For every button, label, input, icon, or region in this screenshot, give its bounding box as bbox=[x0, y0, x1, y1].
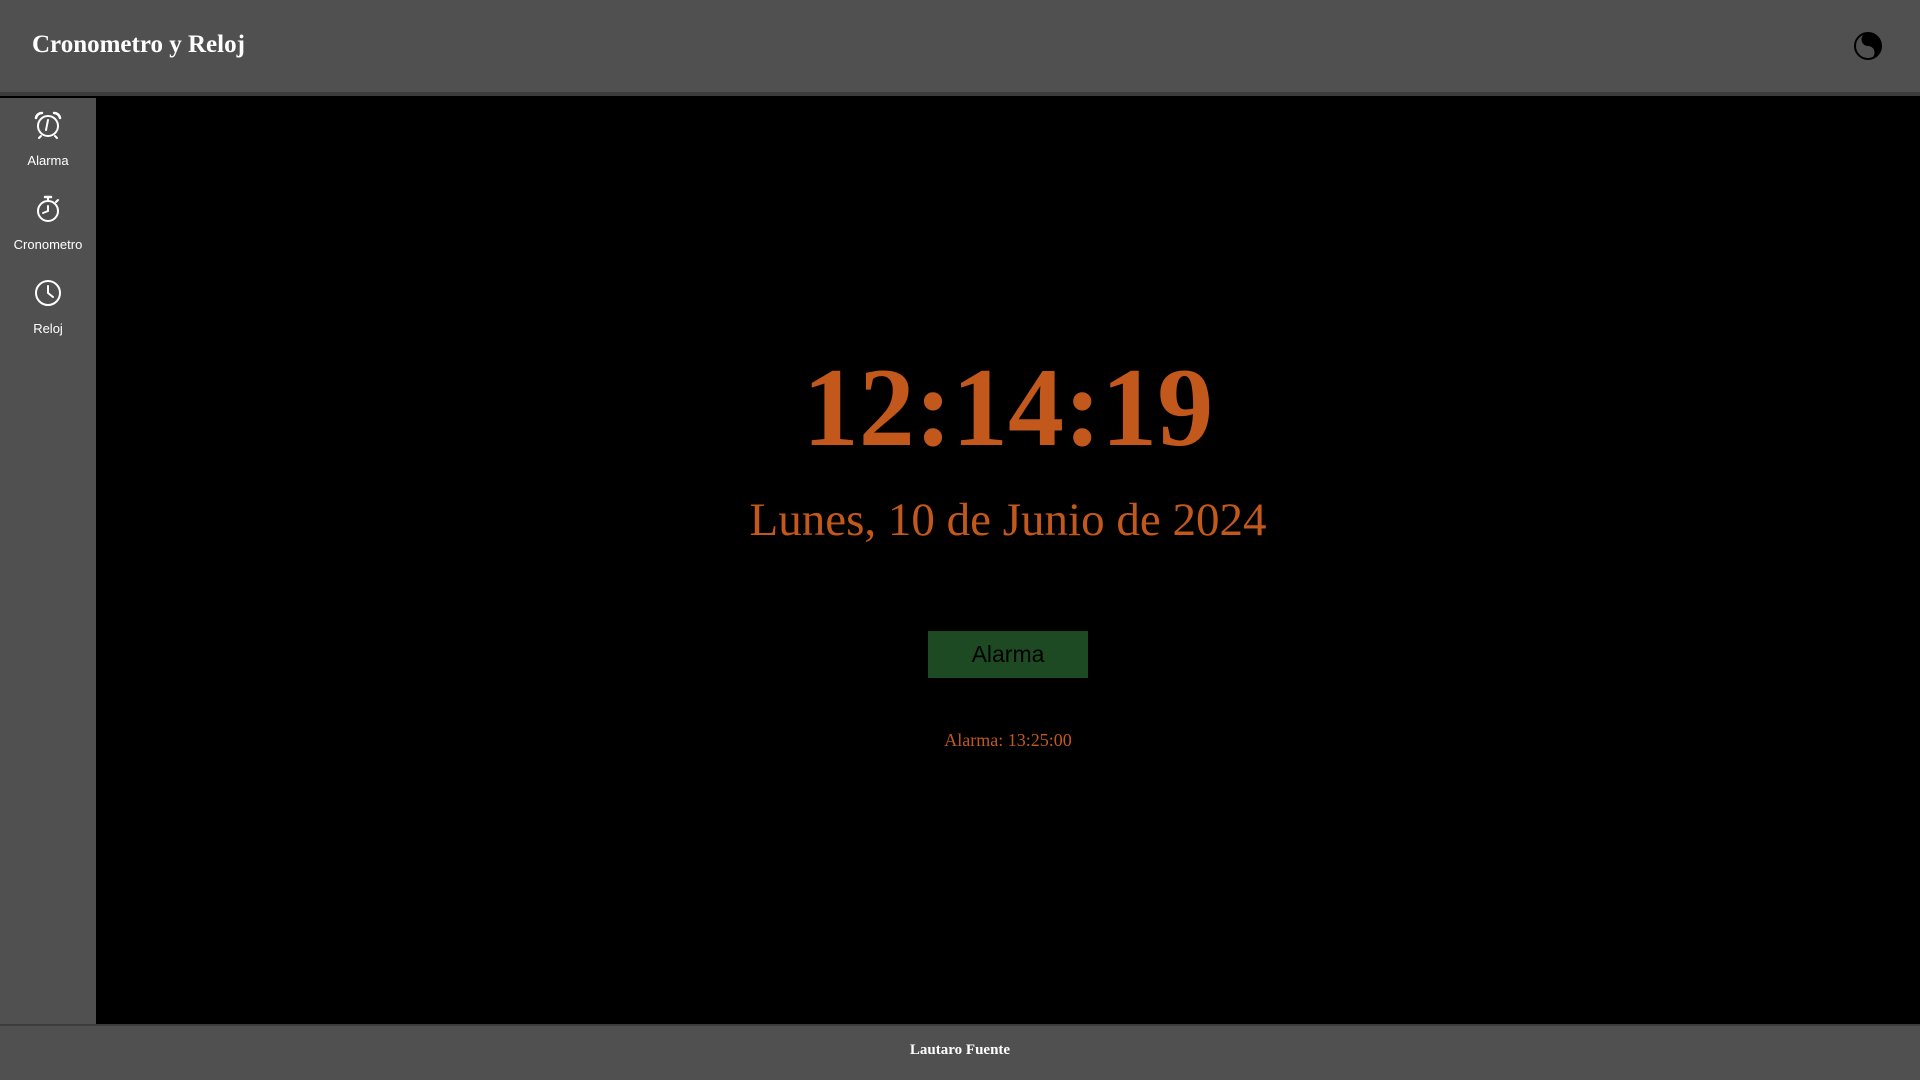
sidebar: Alarma Cronometro Reloj bbox=[0, 98, 96, 1024]
app-header: Cronometro y Reloj bbox=[0, 0, 1920, 96]
current-time: 12:14:19 bbox=[802, 346, 1214, 470]
clock-icon bbox=[35, 280, 61, 306]
sidebar-item-alarma[interactable]: Alarma bbox=[0, 98, 96, 182]
author-credit: Lautaro Fuente bbox=[909, 1042, 1011, 1058]
sidebar-item-cronometro[interactable]: Cronometro bbox=[0, 182, 96, 266]
alarm-status: Alarma: 13:25:00 bbox=[944, 730, 1072, 750]
alarm-button[interactable]: Alarma bbox=[928, 631, 1088, 678]
alarm-clock-icon bbox=[34, 111, 62, 139]
app-footer: Lautaro Fuente bbox=[0, 1024, 1920, 1080]
sidebar-item-label: Reloj bbox=[33, 321, 63, 336]
stopwatch-icon bbox=[37, 195, 59, 222]
sidebar-item-reloj[interactable]: Reloj bbox=[0, 266, 96, 350]
app-title: Cronometro y Reloj bbox=[32, 31, 245, 58]
clock-panel: 12:14:19 Lunes, 10 de Junio de 2024 Alar… bbox=[96, 98, 1920, 1024]
current-date: Lunes, 10 de Junio de 2024 bbox=[749, 494, 1267, 546]
sidebar-item-label: Cronometro bbox=[13, 237, 83, 252]
theme-toggle-button[interactable] bbox=[1853, 31, 1883, 61]
sidebar-item-label: Alarma bbox=[27, 153, 69, 168]
contrast-toggle-icon bbox=[1854, 32, 1882, 60]
